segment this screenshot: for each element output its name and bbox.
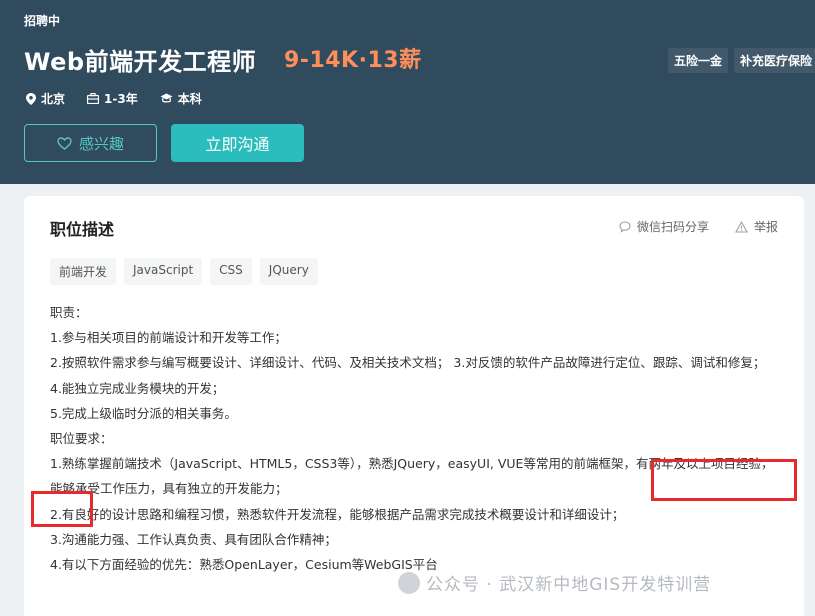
welfare-tag: 补充医疗保险 bbox=[734, 48, 815, 73]
skill-tag[interactable]: JavaScript bbox=[124, 258, 203, 285]
recruiting-status: 招聘中 bbox=[24, 14, 61, 28]
desc-line: 3.沟通能力强、工作认真负责、具有团队合作精神； bbox=[50, 531, 337, 547]
chat-now-button[interactable]: 立即沟通 bbox=[171, 124, 304, 162]
desc-line: 2.有良好的设计思路和编程习惯，熟悉软件开发流程，能够根据产品需求完成技术概要设… bbox=[50, 506, 625, 522]
report-label: 举报 bbox=[753, 220, 778, 234]
welfare-tag: 五险一金 bbox=[668, 48, 729, 73]
desc-line: 4.能独立完成业务模块的开发； bbox=[50, 380, 225, 396]
heart-icon bbox=[57, 136, 72, 150]
chat-bubble-icon bbox=[619, 220, 631, 233]
job-title: Web前端开发工程师 bbox=[24, 48, 257, 76]
section-title: 职位描述 bbox=[50, 220, 115, 239]
skill-tag[interactable]: CSS bbox=[210, 258, 252, 285]
skill-tag[interactable]: JQuery bbox=[259, 258, 318, 285]
job-description-text: 职责： 1.参与相关项目的前端设计和开发等工作； 2.按照软件需求参与编写概要设… bbox=[50, 300, 785, 577]
desc-line: 1.参与相关项目的前端设计和开发等工作； bbox=[50, 330, 287, 346]
skill-tags: 前端开发 JavaScript CSS JQuery bbox=[50, 258, 318, 285]
desc-line: 2.按照软件需求参与编写概要设计、详细设计、代码、及相关技术文档； 3.对反馈的… bbox=[50, 355, 766, 371]
share-label: 微信扫码分享 bbox=[636, 220, 709, 234]
desc-line: 1.熟练掌握前端技术（JavaScript、HTML5，CSS3等），熟悉JQu… bbox=[50, 456, 774, 497]
desc-line: 4.有以下方面经验的优先：熟悉OpenLayer，Cesium等WebGIS平台 bbox=[50, 557, 438, 573]
job-description-card: 职位描述 微信扫码分享 举报 前端开发 JavaScript CSS JQuer… bbox=[24, 196, 804, 616]
graduation-cap-icon bbox=[160, 93, 173, 103]
interest-button[interactable]: 感兴趣 bbox=[24, 124, 157, 162]
warning-icon bbox=[735, 220, 748, 233]
skill-tag[interactable]: 前端开发 bbox=[50, 258, 117, 285]
job-meta: 北京 1-3年 本科 bbox=[26, 90, 202, 107]
meta-location: 北京 bbox=[26, 90, 65, 107]
education-text: 本科 bbox=[177, 92, 202, 106]
desc-line: 5.完成上级临时分派的相关事务。 bbox=[50, 405, 237, 421]
chat-now-label: 立即沟通 bbox=[205, 135, 270, 154]
meta-experience: 1-3年 bbox=[87, 90, 138, 107]
job-detail-page: 招聘中 Web前端开发工程师 9-14K·13薪 五险一金 补充医疗保险 北京 bbox=[0, 0, 815, 616]
meta-education: 本科 bbox=[160, 90, 202, 107]
welfare-tags: 五险一金 补充医疗保险 bbox=[668, 48, 815, 73]
experience-text: 1-3年 bbox=[104, 92, 138, 106]
job-header: 招聘中 Web前端开发工程师 9-14K·13薪 五险一金 补充医疗保险 北京 bbox=[0, 0, 815, 184]
location-icon bbox=[26, 92, 36, 105]
location-text: 北京 bbox=[41, 92, 66, 106]
interest-label: 感兴趣 bbox=[78, 134, 124, 153]
desc-line: 职位要求： bbox=[50, 431, 113, 447]
card-actions: 微信扫码分享 举报 bbox=[619, 218, 778, 235]
desc-line: 职责： bbox=[50, 305, 88, 320]
salary: 9-14K·13薪 bbox=[284, 48, 422, 73]
briefcase-icon bbox=[87, 93, 100, 104]
report-button[interactable]: 举报 bbox=[735, 218, 778, 235]
wechat-share-button[interactable]: 微信扫码分享 bbox=[619, 218, 709, 235]
